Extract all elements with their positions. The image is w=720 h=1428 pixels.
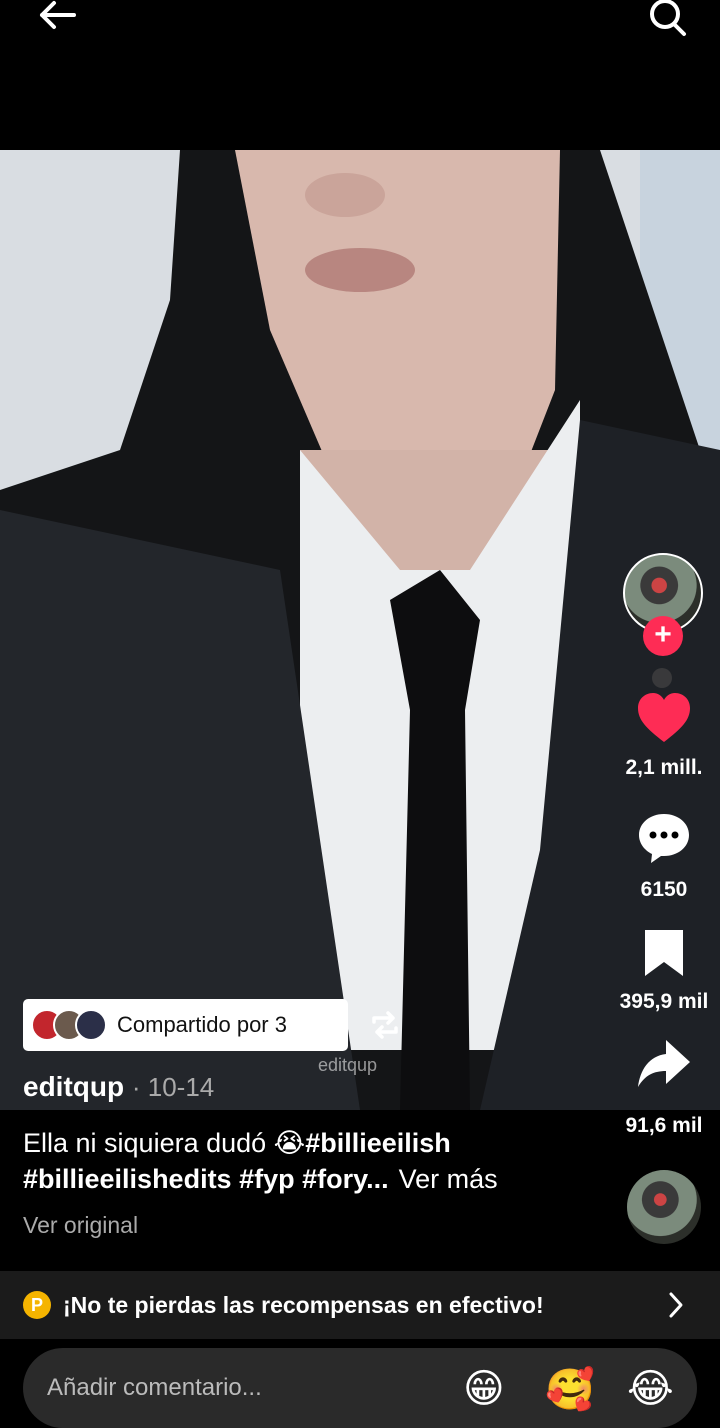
caption: Ella ni siquiera dudó 😭#billieeilish #bi… (23, 1125, 583, 1197)
bookmark-icon (645, 930, 683, 976)
loading-dot (652, 668, 672, 688)
avatar (75, 1009, 107, 1041)
rewards-banner[interactable]: P ¡No te pierdas las recompensas en efec… (0, 1271, 720, 1339)
see-more-link[interactable]: Ver más (399, 1164, 498, 1194)
plus-icon: + (654, 618, 672, 651)
coin-icon: P (23, 1291, 51, 1319)
chevron-right-icon (669, 1292, 683, 1318)
back-button[interactable] (30, 0, 90, 40)
arrow-left-icon (40, 1, 76, 29)
comment-icon (639, 814, 689, 863)
music-disc[interactable] (627, 1170, 701, 1244)
emoji-love[interactable]: 🥰 (545, 1366, 595, 1413)
comment-bar[interactable]: Añadir comentario... 😁 🥰 😂 (23, 1348, 697, 1428)
top-bar (0, 0, 720, 150)
hashtags-line[interactable]: #billieeilishedits #fyp #fory... (23, 1164, 389, 1194)
caption-text: Ella ni siquiera dudó 😭 (23, 1128, 306, 1158)
share-button[interactable] (636, 1038, 692, 1092)
follow-button[interactable]: + (643, 616, 683, 656)
shared-by-pill[interactable]: Compartido por 3 (23, 999, 348, 1051)
heart-icon (638, 693, 690, 742)
emoji-laugh[interactable]: 😂 (627, 1366, 674, 1412)
search-icon (650, 0, 686, 36)
comment-button[interactable] (636, 810, 692, 866)
video-player[interactable]: editqup (0, 150, 720, 1110)
repost-button[interactable] (368, 1008, 402, 1042)
share-count: 91,6 mil (625, 1114, 703, 1137)
search-button[interactable] (640, 0, 696, 40)
rewards-text: ¡No te pierdas las recompensas en efecti… (63, 1291, 544, 1318)
repost-icon (372, 1011, 398, 1039)
video-watermark: editqup (318, 1055, 378, 1075)
emoji-grin[interactable]: 😁 (463, 1366, 505, 1412)
comment-input[interactable]: Añadir comentario... (47, 1374, 262, 1402)
post-date: · 10-14 (131, 1072, 215, 1102)
save-button[interactable] (642, 928, 686, 978)
like-count: 2,1 mill. (625, 756, 703, 779)
comment-count: 6150 (640, 878, 688, 901)
video-frame (0, 150, 720, 1110)
author-name[interactable]: editqup (23, 1071, 124, 1102)
like-button[interactable] (636, 692, 692, 744)
author-row[interactable]: editqup · 10-14 (23, 1071, 214, 1103)
share-arrow-icon (638, 1040, 690, 1087)
hashtag[interactable]: #billieeilish (305, 1128, 451, 1158)
shared-by-label: Compartido por 3 (117, 1012, 287, 1037)
see-original-link[interactable]: Ver original (23, 1212, 138, 1239)
save-count: 395,9 mil (619, 990, 709, 1013)
